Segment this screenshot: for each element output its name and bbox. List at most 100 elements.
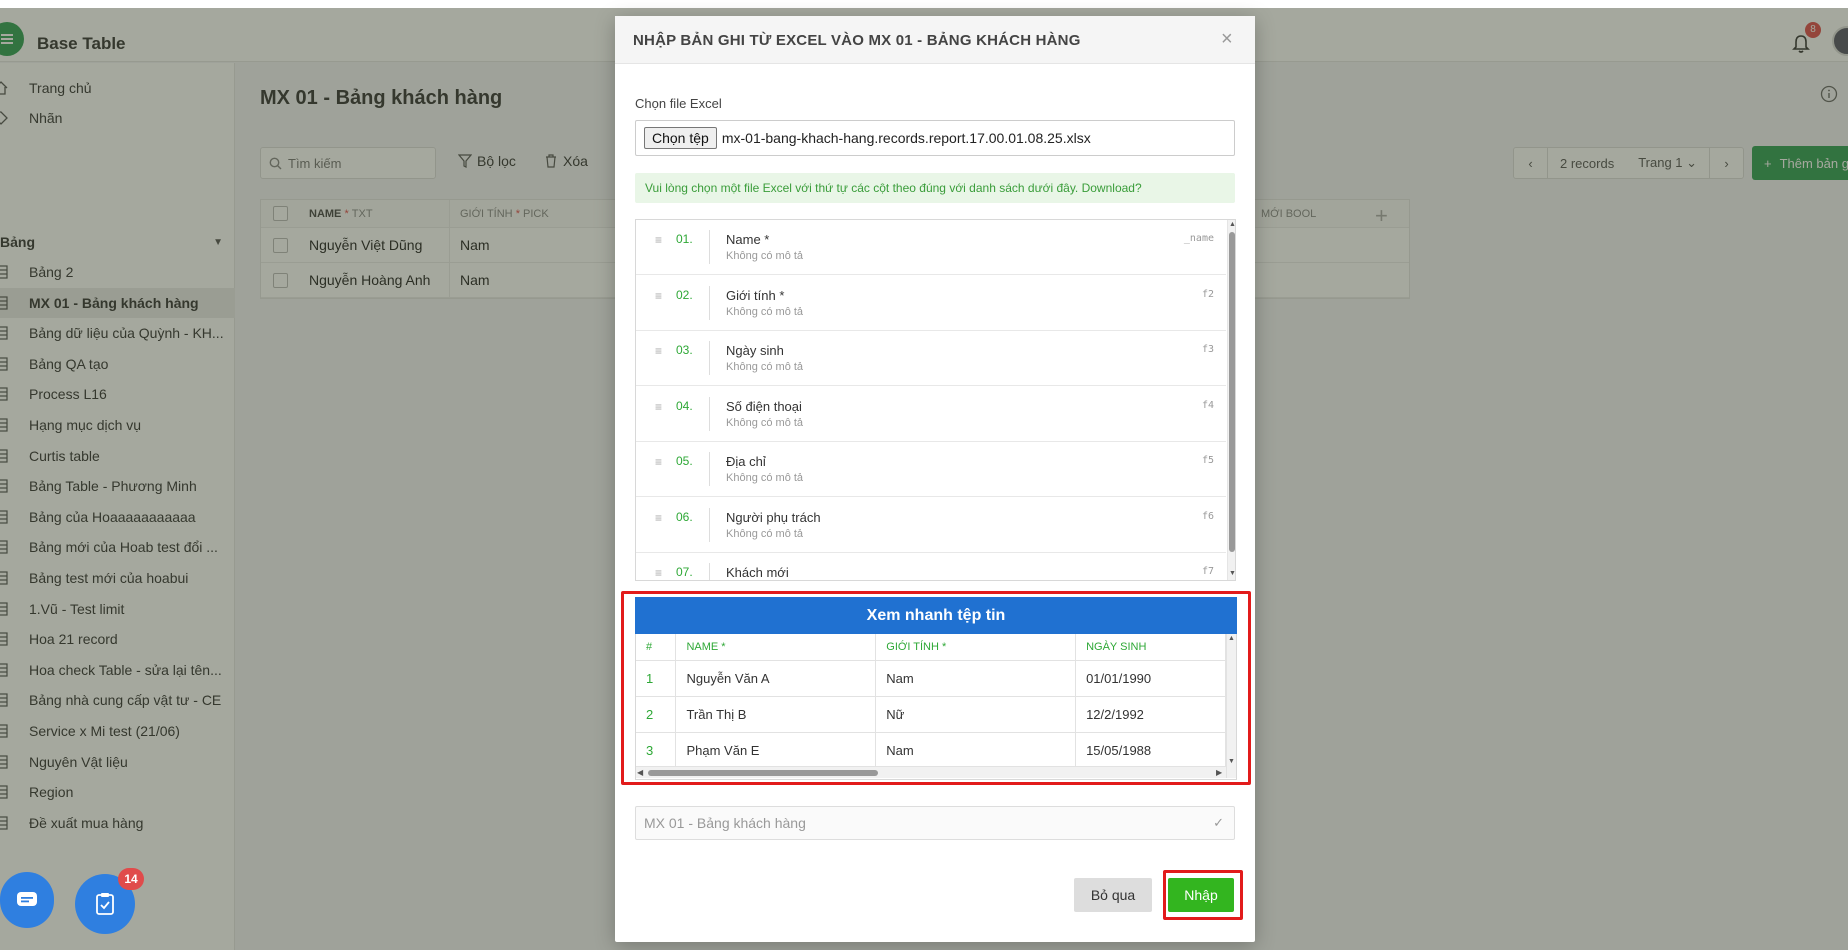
- close-icon[interactable]: ×: [1221, 28, 1233, 51]
- column-order-item[interactable]: ≡ 02. Giới tính * Không có mô tả f2: [636, 276, 1226, 331]
- column-order-number: 04.: [676, 398, 693, 413]
- column-field-name: Địa chỉ: [726, 454, 766, 469]
- column-order-list: ≡ 01. Name * Không có mô tả _name ≡ 02. Giới tí…: [635, 219, 1236, 581]
- instruction-text: Vui lòng chọn một file Excel với thứ tự …: [645, 181, 1142, 195]
- tasks-badge: 14: [118, 868, 144, 890]
- column-field-key: f4: [1201, 399, 1214, 411]
- preview-cell: 1: [636, 660, 677, 697]
- drag-handle-icon[interactable]: ≡: [655, 289, 662, 303]
- column-order-separator: [709, 230, 710, 264]
- preview-cell: 3: [636, 732, 677, 769]
- top-strip: [0, 0, 1848, 8]
- column-field-name: Giới tính *: [726, 287, 785, 303]
- column-order-number: 03.: [676, 343, 693, 357]
- preview-column-header: GIỚI TÍNH *: [875, 634, 1077, 661]
- table-row: 3 Phạm Văn E Nam 15/05/1988: [636, 732, 1226, 769]
- preview-cell: 2: [636, 696, 677, 733]
- preview-cell: Trần Thị B: [675, 696, 877, 733]
- chat-button[interactable]: [0, 872, 54, 928]
- preview-cell: Nam: [875, 732, 1077, 769]
- column-order-separator: [709, 507, 710, 542]
- column-field-key: f3: [1201, 344, 1214, 355]
- column-field-key: _name: [1183, 233, 1214, 244]
- preview-horizontal-scrollbar[interactable]: ◀ ▶: [636, 766, 1226, 778]
- preview-title: Xem nhanh tệp tin: [635, 597, 1237, 634]
- scroll-up-icon[interactable]: ▲: [1228, 635, 1235, 642]
- table-row: 2 Trần Thị B Nữ 12/2/1992: [636, 696, 1226, 733]
- preview-grid: # NAME * GIỚI TÍNH * NGÀY SINH 1 Nguyễn …: [636, 634, 1226, 769]
- preview-cell: 01/01/1990: [1075, 660, 1226, 697]
- scroll-right-icon[interactable]: ▶: [1216, 768, 1222, 777]
- preview-cell: Nam: [875, 660, 1077, 697]
- preview-cell: Nguyễn Văn A: [675, 660, 877, 697]
- file-preview-section: Xem nhanh tệp tin # NAME * GIỚI TÍNH * N…: [621, 591, 1251, 785]
- column-order-number: 07.: [676, 565, 693, 579]
- drag-handle-icon[interactable]: ≡: [655, 344, 662, 358]
- column-field-description: Không có mô tả: [726, 305, 804, 318]
- column-field-name: Name *: [726, 232, 770, 247]
- scroll-down-icon[interactable]: ▼: [1228, 758, 1235, 765]
- check-icon: ✓: [1213, 815, 1224, 830]
- drag-handle-icon[interactable]: ≡: [655, 455, 662, 469]
- column-order-number: 02.: [676, 287, 693, 302]
- drag-handle-icon[interactable]: ≡: [655, 400, 662, 414]
- target-table-select[interactable]: MX 01 - Bảng khách hàng ✓: [635, 806, 1235, 840]
- column-order-separator: [709, 396, 710, 431]
- column-field-key: f7: [1201, 566, 1214, 577]
- scroll-down-icon[interactable]: ▼: [1228, 570, 1235, 577]
- file-input[interactable]: Chọn tệp mx-01-bang-khach-hang.records.r…: [635, 120, 1235, 156]
- import-button[interactable]: Nhập: [1168, 878, 1234, 912]
- scrollbar-thumb[interactable]: [648, 770, 878, 776]
- preview-column-header: NGÀY SINH: [1075, 634, 1226, 661]
- column-field-description: Không có mô tả: [726, 416, 804, 429]
- scrollbar-thumb[interactable]: [1229, 232, 1235, 552]
- column-order-separator: [709, 452, 710, 486]
- table-row: 1 Nguyễn Văn A Nam 01/01/1990: [636, 660, 1226, 697]
- column-order-item[interactable]: ≡ 03. Ngày sinh Không có mô tả f3: [636, 331, 1226, 386]
- dialog-header: NHẬP BẢN GHI TỪ EXCEL VÀO MX 01 - BẢNG K…: [615, 16, 1255, 64]
- preview-cell: Phạm Văn E: [675, 732, 877, 769]
- preview-vertical-scrollbar[interactable]: ▲ ▼: [1226, 634, 1236, 778]
- preview-cell: 12/2/1992: [1075, 696, 1226, 733]
- selected-file-name: mx-01-bang-khach-hang.records.report.17.…: [721, 130, 1091, 146]
- column-order-item[interactable]: ≡ 05. Địa chỉ Không có mô tả f5: [636, 442, 1226, 497]
- scroll-up-icon[interactable]: ▲: [1228, 221, 1235, 228]
- column-field-name: Ngày sinh: [726, 343, 784, 358]
- column-order-item[interactable]: ≡ 04. Số điện thoại Không có mô tả f4: [636, 387, 1226, 442]
- column-order-separator: [709, 285, 710, 320]
- column-field-description: Không có mô tả: [726, 250, 804, 262]
- scroll-left-icon[interactable]: ◀: [637, 768, 643, 777]
- instruction-note: Vui lòng chọn một file Excel với thứ tự …: [635, 173, 1235, 203]
- column-order-separator: [709, 563, 710, 580]
- preview-table: # NAME * GIỚI TÍNH * NGÀY SINH 1 Nguyễn …: [635, 634, 1237, 780]
- column-field-name: Người phụ trách: [726, 509, 821, 525]
- column-order-item[interactable]: ≡ 07. Khách mới f7: [636, 553, 1226, 580]
- column-field-key: f5: [1201, 455, 1214, 466]
- column-field-name: Số điện thoại: [726, 398, 802, 414]
- preview-cell: 15/05/1988: [1075, 732, 1226, 769]
- column-field-key: f2: [1201, 288, 1214, 300]
- column-field-description: Không có mô tả: [726, 472, 804, 484]
- column-order-separator: [709, 341, 710, 375]
- column-list-scrollbar[interactable]: ▲ ▼: [1227, 220, 1235, 580]
- cancel-button[interactable]: Bỏ qua: [1074, 878, 1152, 912]
- column-field-name: Khách mới: [726, 565, 789, 580]
- column-order-item[interactable]: ≡ 01. Name * Không có mô tả _name: [636, 220, 1226, 275]
- target-table-value: MX 01 - Bảng khách hàng: [644, 815, 806, 831]
- preview-cell: Nữ: [875, 696, 1077, 733]
- drag-handle-icon[interactable]: ≡: [655, 233, 662, 247]
- column-order-number: 01.: [676, 232, 693, 246]
- choose-file-button[interactable]: Chọn tệp: [644, 127, 717, 149]
- drag-handle-icon[interactable]: ≡: [655, 566, 662, 580]
- import-excel-dialog: NHẬP BẢN GHI TỪ EXCEL VÀO MX 01 - BẢNG K…: [615, 16, 1255, 942]
- drag-handle-icon[interactable]: ≡: [655, 511, 662, 525]
- column-field-description: Không có mô tả: [726, 527, 804, 540]
- column-order-item[interactable]: ≡ 06. Người phụ trách Không có mô tả f6: [636, 498, 1226, 553]
- column-field-key: f6: [1201, 510, 1214, 522]
- column-field-description: Không có mô tả: [726, 361, 804, 373]
- dialog-title: NHẬP BẢN GHI TỪ EXCEL VÀO MX 01 - BẢNG K…: [633, 32, 1081, 49]
- file-label: Chọn file Excel: [635, 96, 722, 111]
- column-order-number: 06.: [676, 509, 693, 524]
- preview-header-row: # NAME * GIỚI TÍNH * NGÀY SINH: [636, 634, 1226, 661]
- preview-column-header: NAME *: [675, 634, 877, 661]
